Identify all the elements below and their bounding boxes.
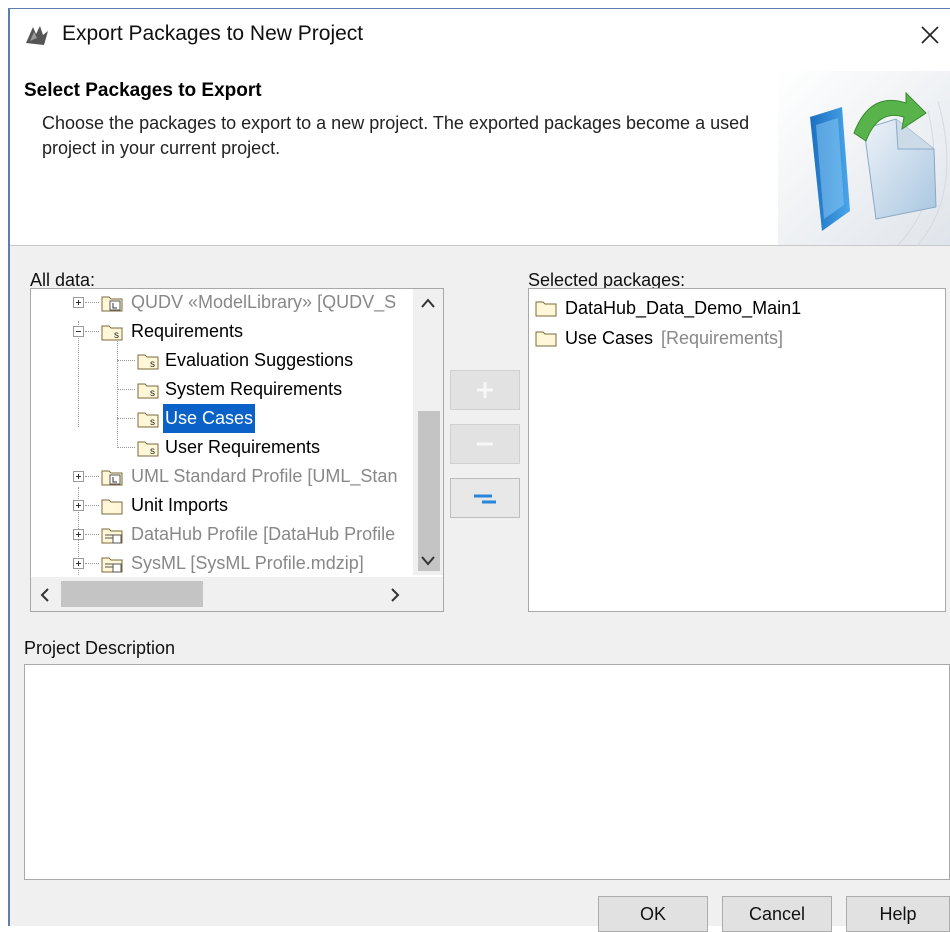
selected-package-name: DataHub_Data_Demo_Main1 — [565, 298, 802, 318]
expand-toggle[interactable] — [73, 500, 84, 511]
model-library-icon — [101, 470, 123, 486]
horizontal-scroll-thumb[interactable] — [61, 581, 203, 607]
package-folder-icon: s — [137, 412, 159, 428]
package-folder-icon: s — [101, 325, 123, 341]
remove-all-button[interactable] — [450, 478, 520, 518]
header-title: Select Packages to Export — [24, 80, 262, 101]
tree-node-qudv[interactable]: QUDV «ModelLibrary» [QUDV_S — [31, 289, 411, 317]
collapse-toggle[interactable] — [73, 326, 84, 337]
dialog-body: All data: Selected packages: QUDV «Model… — [10, 246, 950, 932]
tree-node-unit-imports[interactable]: Unit Imports — [31, 491, 411, 520]
tree-node-label: Evaluation Suggestions — [165, 350, 354, 370]
package-folder-icon — [535, 331, 557, 347]
tree-node-label: Use Cases — [163, 404, 256, 433]
tree-node-user-requirements[interactable]: s User Requirements — [31, 433, 411, 462]
profile-package-icon — [101, 557, 123, 573]
header-description: Choose the packages to export to a new p… — [42, 113, 750, 158]
profile-package-icon — [101, 528, 123, 544]
scroll-up-arrow-icon[interactable] — [420, 297, 436, 309]
scroll-right-arrow-icon[interactable] — [389, 587, 401, 603]
tree-node-requirements[interactable]: s Requirements — [31, 317, 411, 346]
tree-node-label: QUDV «ModelLibrary» [QUDV_S — [131, 292, 397, 312]
tree-node-label: User Requirements — [165, 437, 321, 457]
tree-node-system-requirements[interactable]: s System Requirements — [31, 375, 411, 404]
selected-packages-list[interactable]: DataHub_Data_Demo_Main1 Use Cases [Requi… — [528, 288, 946, 612]
app-icon — [26, 26, 48, 45]
expand-toggle[interactable] — [73, 558, 84, 569]
tree-node-sysml[interactable]: SysML [SysML Profile.mdzip] — [31, 549, 411, 575]
tree-node-label: Unit Imports — [131, 495, 229, 515]
svg-text:s: s — [150, 388, 155, 399]
minus-icon — [477, 442, 493, 446]
title-bar: Export Packages to New Project — [10, 9, 950, 61]
cancel-button[interactable]: Cancel — [722, 896, 832, 932]
tree-node-uml-standard-profile[interactable]: UML Standard Profile [UML_Stan — [31, 462, 411, 491]
selected-package-owner: [Requirements] — [661, 328, 784, 348]
ok-button[interactable]: OK — [598, 896, 708, 932]
all-data-tree[interactable]: QUDV «ModelLibrary» [QUDV_S s Requiremen… — [30, 288, 444, 612]
tree-vertical-scrollbar[interactable] — [413, 289, 443, 575]
tree-node-datahub-profile[interactable]: DataHub Profile [DataHub Profile — [31, 520, 411, 549]
export-graphic-icon — [778, 71, 950, 245]
expand-toggle[interactable] — [73, 471, 84, 482]
dialog-header: Select Packages to Export Choose the pac… — [10, 71, 950, 246]
help-button[interactable]: Help — [846, 896, 950, 932]
package-folder-icon — [535, 301, 557, 317]
close-icon — [921, 26, 939, 44]
window-title: Export Packages to New Project — [62, 22, 364, 45]
model-library-icon — [101, 296, 123, 312]
package-folder-icon: s — [137, 383, 159, 399]
package-folder-icon: s — [137, 441, 159, 457]
plus-icon — [477, 382, 493, 398]
tree-node-use-cases[interactable]: s Use Cases — [31, 404, 411, 433]
scroll-left-arrow-icon[interactable] — [39, 587, 51, 603]
project-description-label: Project Description — [24, 638, 176, 658]
tree-node-label: Requirements — [131, 321, 244, 341]
tree-horizontal-scrollbar[interactable] — [31, 577, 443, 611]
svg-text:s: s — [150, 417, 155, 428]
export-dialog: Export Packages to New Project Select Pa… — [8, 8, 950, 932]
package-folder-icon: s — [137, 354, 159, 370]
svg-text:s: s — [150, 446, 155, 457]
expand-toggle[interactable] — [73, 297, 84, 308]
tree-node-label: System Requirements — [165, 379, 343, 399]
scroll-down-arrow-icon[interactable] — [420, 555, 436, 567]
svg-text:s: s — [114, 330, 119, 341]
tree-viewport: QUDV «ModelLibrary» [QUDV_S s Requiremen… — [31, 289, 411, 575]
tree-node-label: SysML [SysML Profile.mdzip] — [131, 553, 364, 573]
tree-node-label: DataHub Profile [DataHub Profile — [131, 524, 396, 544]
svg-text:s: s — [150, 359, 155, 370]
remove-button[interactable] — [450, 424, 520, 464]
tree-node-label: UML Standard Profile [UML_Stan — [131, 466, 398, 486]
tree-node-evaluation-suggestions[interactable]: s Evaluation Suggestions — [31, 346, 411, 375]
selected-package-name: Use Cases — [565, 328, 654, 348]
remove-all-icon — [474, 494, 496, 504]
project-description-textarea[interactable] — [24, 664, 950, 880]
package-folder-icon — [101, 499, 123, 515]
close-button[interactable] — [912, 17, 948, 53]
add-button[interactable] — [450, 370, 520, 410]
vertical-scroll-thumb[interactable] — [418, 411, 440, 571]
expand-toggle[interactable] — [73, 529, 84, 540]
